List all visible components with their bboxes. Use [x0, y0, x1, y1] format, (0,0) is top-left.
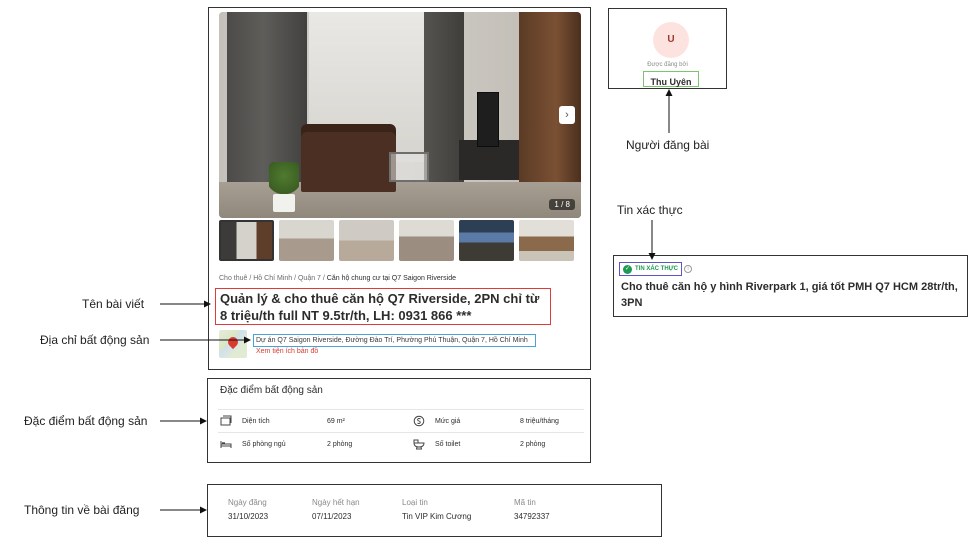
thumbnail-6[interactable] — [519, 220, 574, 261]
annotation-title: Tên bài viết — [82, 297, 145, 311]
feature-value: 2 phòng — [327, 440, 353, 448]
toilet-icon — [413, 439, 425, 450]
post-date: Ngày đăng 31/10/2023 — [228, 498, 268, 521]
feature-value: 2 phòng — [520, 440, 546, 448]
chevron-right-icon: › — [565, 109, 569, 121]
features-row: Diện tích 69 m² Mức giá 8 triệu/tháng — [218, 409, 584, 431]
thumbnail-strip — [219, 220, 581, 262]
bed-icon — [220, 441, 232, 448]
breadcrumb-path[interactable]: Cho thuê / Hồ Chí Minh / Quận 7 / — [219, 275, 327, 282]
annotation-features: Đặc điểm bất động sản — [24, 414, 148, 428]
feature-value: 8 triệu/tháng — [520, 417, 559, 425]
thumbnail-3[interactable] — [339, 220, 394, 261]
breadcrumb-current[interactable]: Căn hộ chung cư tại Q7 Saigon Riverside — [327, 275, 456, 282]
address-highlight: Dự án Q7 Saigon Riverside, Đường Đào Trí… — [253, 334, 536, 347]
avatar[interactable]: U — [653, 22, 689, 58]
map-pin-icon — [225, 334, 241, 350]
map-thumbnail[interactable] — [219, 330, 247, 358]
feature-label: Mức giá — [435, 417, 461, 425]
photo-plant-pot — [273, 194, 295, 212]
feature-value: 69 m² — [327, 417, 345, 425]
annotation-address: Địa chỉ bất động sản — [40, 333, 150, 347]
thumbnail-2[interactable] — [279, 220, 334, 261]
posted-by-label: Được đăng bởi — [647, 62, 688, 68]
features-row: Số phòng ngủ 2 phòng Số toilet 2 phòng — [218, 432, 584, 454]
next-photo-button[interactable]: › — [559, 106, 575, 124]
listing-detail-panel: › 1 / 8 Cho thuê / Hồ Chí Minh / Quận 7 … — [208, 7, 591, 370]
feature-label: Số phòng ngủ — [242, 440, 286, 448]
verified-listing-title[interactable]: Cho thuê căn hộ y hình Riverpark 1, giá … — [621, 279, 961, 311]
listing-id: Mã tin 34792337 — [514, 498, 550, 521]
photo-counter: 1 / 8 — [549, 199, 575, 210]
listing-title: Quản lý & cho thuê căn hộ Q7 Riverside, … — [220, 291, 540, 323]
verified-badge-label: TIN XÁC THỰC — [635, 266, 678, 272]
info-label: Mã tin — [514, 498, 536, 507]
thumbnail-4[interactable] — [399, 220, 454, 261]
verified-badge: ✓ TIN XÁC THỰC — [619, 262, 682, 276]
thumbnail-5[interactable] — [459, 220, 514, 261]
expiry-date: Ngày hết hạn 07/11/2023 — [312, 498, 360, 521]
verified-listing-panel: ✓ TIN XÁC THỰC i Cho thuê căn hộ y hình … — [613, 255, 968, 317]
annotation-post-info: Thông tin về bài đăng — [24, 503, 140, 517]
info-label: Ngày đăng — [228, 498, 267, 507]
feature-price: Mức giá 8 triệu/tháng — [413, 410, 559, 432]
feature-area: Diện tích 69 m² — [220, 410, 345, 432]
feature-toilets: Số toilet 2 phòng — [413, 433, 545, 455]
info-value: 07/11/2023 — [312, 512, 352, 521]
info-icon[interactable]: i — [684, 265, 692, 273]
check-icon: ✓ — [623, 264, 632, 274]
main-photo[interactable]: › 1 / 8 — [219, 12, 581, 218]
features-title: Đặc điểm bất động sản — [220, 385, 323, 396]
feature-label: Diện tích — [242, 417, 270, 425]
feature-bedrooms: Số phòng ngủ 2 phòng — [220, 433, 352, 455]
property-address: Dự án Q7 Saigon Riverside, Đường Đào Trí… — [256, 337, 528, 344]
annotation-verified: Tin xác thực — [617, 203, 683, 217]
post-info-panel: Ngày đăng 31/10/2023 Ngày hết hạn 07/11/… — [207, 484, 662, 537]
poster-name[interactable]: Thu Uyên — [650, 77, 691, 87]
info-value: 34792337 — [514, 512, 550, 521]
info-label: Ngày hết hạn — [312, 498, 360, 507]
info-value: Tin VIP Kim Cương — [402, 512, 472, 521]
poster-panel: U Được đăng bởi Thu Uyên — [608, 8, 727, 89]
view-map-amenities-link[interactable]: Xem tiện ích bản đồ — [256, 348, 318, 355]
listing-title-highlight: Quản lý & cho thuê căn hộ Q7 Riverside, … — [215, 288, 551, 325]
feature-label: Số toilet — [435, 440, 461, 448]
poster-name-highlight: Thu Uyên — [643, 71, 699, 87]
property-features-panel: Đặc điểm bất động sản Diện tích 69 m² Mứ… — [207, 378, 591, 463]
breadcrumb: Cho thuê / Hồ Chí Minh / Quận 7 / Căn hộ… — [219, 275, 456, 282]
photo-coffee-table — [389, 152, 429, 182]
thumbnail-1[interactable] — [219, 220, 274, 261]
info-label: Loại tin — [402, 498, 428, 507]
annotation-poster: Người đăng bài — [626, 138, 710, 152]
info-value: 31/10/2023 — [228, 512, 269, 521]
area-icon — [220, 415, 232, 426]
photo-tv — [477, 92, 499, 147]
price-icon — [413, 415, 425, 427]
photo-sofa — [301, 132, 396, 192]
listing-type: Loại tin Tin VIP Kim Cương — [402, 498, 471, 521]
